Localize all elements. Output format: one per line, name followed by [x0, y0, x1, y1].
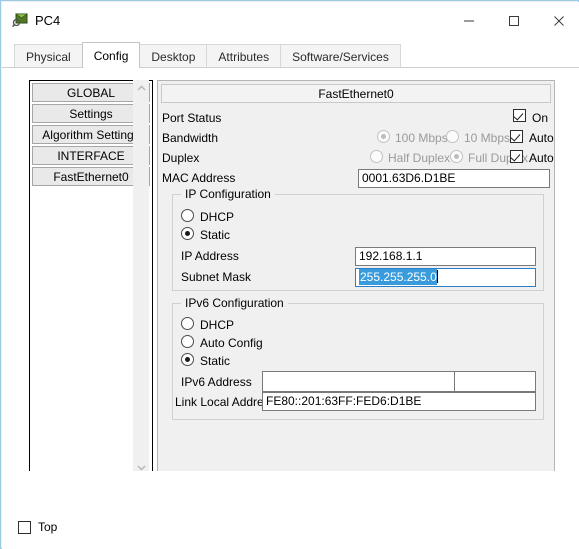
- duplex-half-radio[interactable]: [370, 150, 383, 163]
- close-button[interactable]: [536, 3, 579, 39]
- chevron-up-icon: [136, 85, 146, 91]
- text-caret: [436, 270, 438, 283]
- duplex-half-label: Half Duplex: [388, 151, 451, 165]
- title-bar: PC4: [2, 2, 579, 40]
- maximize-button[interactable]: [491, 3, 536, 39]
- ipv6-address-label: IPv6 Address: [181, 375, 252, 389]
- link-local-address-input[interactable]: FE80::201:63FF:FED6:D1BE: [262, 392, 536, 411]
- close-icon: [553, 16, 564, 26]
- pc-device-icon: [12, 12, 29, 29]
- subnet-mask-label: Subnet Mask: [181, 270, 252, 284]
- navigation-scrollbar[interactable]: [133, 80, 149, 476]
- ipv6-dhcp-label: DHCP: [200, 318, 235, 332]
- window-footer: Top: [2, 471, 579, 548]
- top-checkbox-row: Top: [18, 520, 57, 534]
- maximize-icon: [508, 16, 519, 26]
- top-checkbox-label: Top: [38, 520, 58, 534]
- port-status-on-label: On: [532, 111, 549, 125]
- tab-physical[interactable]: Physical: [14, 44, 83, 68]
- subnet-mask-input[interactable]: 255.255.255.0: [355, 268, 536, 287]
- mac-address-input[interactable]: 0001.63D6.D1BE: [358, 169, 550, 188]
- ipv6-auto-config-label: Auto Config: [200, 336, 263, 350]
- minimize-icon: [463, 20, 474, 22]
- bandwidth-10mbps-label: 10 Mbps: [464, 131, 511, 145]
- pc-config-window: PC4 Physical Config Desktop Attributes S…: [0, 0, 579, 549]
- bandwidth-100mbps-radio[interactable]: [377, 130, 390, 143]
- window-title: PC4: [35, 13, 61, 28]
- minimize-button[interactable]: [446, 3, 491, 39]
- bandwidth-auto-label: Auto: [529, 131, 554, 145]
- ip-address-input[interactable]: 192.168.1.1: [355, 247, 536, 266]
- tab-attributes[interactable]: Attributes: [206, 44, 282, 68]
- ip-static-radio[interactable]: [181, 227, 194, 240]
- ip-dhcp-label: DHCP: [200, 210, 235, 224]
- port-status-checkbox[interactable]: [513, 109, 526, 122]
- interface-panel-header: FastEthernet0: [161, 84, 551, 103]
- duplex-label: Duplex: [162, 151, 200, 165]
- bandwidth-10mbps-radio[interactable]: [446, 130, 459, 143]
- bandwidth-100mbps-label: 100 Mbps: [395, 131, 448, 145]
- bandwidth-label: Bandwidth: [162, 131, 219, 145]
- tab-strip: Physical Config Desktop Attributes Softw…: [2, 40, 579, 68]
- fastethernet0-settings-panel: FastEthernet0 Port Status On Bandwidth 1…: [157, 80, 555, 476]
- ipv6-static-radio[interactable]: [181, 353, 194, 366]
- subnet-mask-selected-text: 255.255.255.0: [359, 269, 437, 285]
- ipv6-prefix-input[interactable]: [454, 371, 536, 392]
- ipv6-dhcp-radio[interactable]: [181, 317, 194, 330]
- duplex-full-radio[interactable]: [450, 150, 463, 163]
- scroll-up-button[interactable]: [133, 80, 149, 96]
- ipv6-configuration-title: IPv6 Configuration: [181, 296, 288, 310]
- tab-config[interactable]: Config: [81, 42, 141, 68]
- duplex-auto-checkbox[interactable]: [510, 150, 523, 163]
- tab-software-services[interactable]: Software/Services: [280, 44, 401, 68]
- port-status-label: Port Status: [162, 111, 222, 125]
- bandwidth-auto-checkbox[interactable]: [510, 130, 523, 143]
- ipv6-address-input[interactable]: [262, 371, 456, 392]
- duplex-auto-label: Auto: [529, 151, 554, 165]
- ipv6-auto-config-radio[interactable]: [181, 335, 194, 348]
- ip-dhcp-radio[interactable]: [181, 209, 194, 222]
- mac-address-label: MAC Address: [162, 171, 236, 185]
- top-checkbox[interactable]: [18, 520, 31, 534]
- ip-configuration-title: IP Configuration: [181, 187, 275, 201]
- tab-desktop[interactable]: Desktop: [139, 44, 208, 68]
- ipv6-static-label: Static: [200, 354, 231, 368]
- ip-static-label: Static: [200, 228, 231, 242]
- ip-address-label: IP Address: [181, 249, 239, 263]
